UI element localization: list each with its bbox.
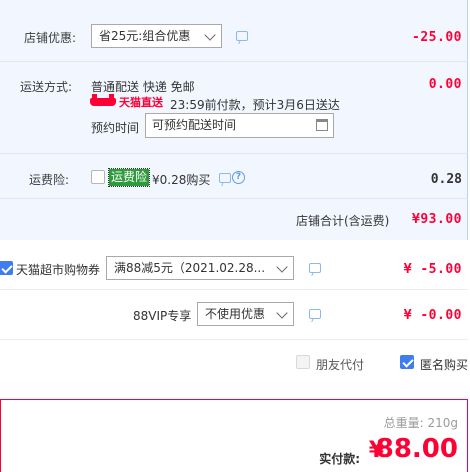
shop-total-amount: ¥93.00 <box>412 212 462 227</box>
insurance-tag: 运费险 <box>107 168 151 187</box>
vip88-value: 不使用优惠 <box>205 307 266 321</box>
supermarket-coupon-select[interactable]: 满88减5元（2021.02.28... <box>106 256 294 280</box>
calendar-icon[interactable] <box>316 119 328 131</box>
tmall-direct-badge: 天猫直送 <box>90 94 163 109</box>
supermarket-coupon-label: 天猫超市购物券 <box>16 263 101 277</box>
shop-discount-select[interactable]: 省25元:组合优惠 <box>91 24 222 48</box>
message-icon[interactable] <box>309 309 321 319</box>
pay-label: 实付款: <box>319 452 360 466</box>
schedule-label: 预约时间 <box>91 121 140 135</box>
anonymous-checkbox[interactable] <box>400 355 414 369</box>
divider <box>0 289 468 290</box>
insurance-label: 运费险: <box>29 173 70 187</box>
schedule-time-input[interactable]: 可预约配送时间 <box>145 113 334 138</box>
divider <box>0 339 468 340</box>
delivery-label: 运送方式: <box>20 80 73 94</box>
divider <box>0 198 468 199</box>
delivery-amount: 0.00 <box>428 77 462 92</box>
shop-total-label: 店铺合计(含运费) <box>296 214 390 228</box>
insurance-price: ¥0.28购买 <box>152 173 211 187</box>
schedule-time-placeholder: 可预约配送时间 <box>152 118 237 132</box>
tmall-direct-text: 天猫直送 <box>119 96 163 109</box>
chevron-down-icon <box>276 261 288 273</box>
shop-discount-amount: -25.00 <box>412 30 462 45</box>
total-weight: 总重量: 210g <box>383 416 458 430</box>
message-icon[interactable] <box>219 173 231 183</box>
supermarket-coupon-value: 满88减5元（2021.02.28... <box>114 261 266 275</box>
message-icon[interactable] <box>236 31 248 41</box>
chevron-down-icon <box>276 307 288 319</box>
anonymous-label: 匿名购买 <box>420 358 469 372</box>
insurance-amount: 0.28 <box>430 172 462 187</box>
message-icon[interactable] <box>309 263 321 273</box>
help-icon[interactable]: ? <box>232 171 245 184</box>
vip88-label: 88VIP专享 <box>133 309 192 323</box>
divider <box>0 153 468 154</box>
friend-pay-label: 朋友代付 <box>316 358 365 372</box>
tmall-logo-icon <box>90 94 116 106</box>
vip88-select[interactable]: 不使用优惠 <box>197 302 294 326</box>
supermarket-coupon-checkbox[interactable] <box>0 261 13 275</box>
supermarket-coupon-amount: ¥ -5.00 <box>403 262 462 277</box>
shop-discount-value: 省25元:组合优惠 <box>99 29 191 43</box>
divider <box>0 61 468 62</box>
delivery-method: 普通配送 快递 免邮 <box>91 80 195 94</box>
insurance-checkbox[interactable] <box>91 170 105 184</box>
vip88-amount: ¥ -0.00 <box>403 308 462 323</box>
friend-pay-checkbox[interactable] <box>296 355 310 369</box>
pay-amount: 88.00 <box>375 434 458 464</box>
shop-discount-label: 店铺优惠: <box>24 31 77 45</box>
delivery-eta: 23:59前付款，预计3月6日送达 <box>170 98 340 112</box>
chevron-down-icon <box>204 29 216 41</box>
